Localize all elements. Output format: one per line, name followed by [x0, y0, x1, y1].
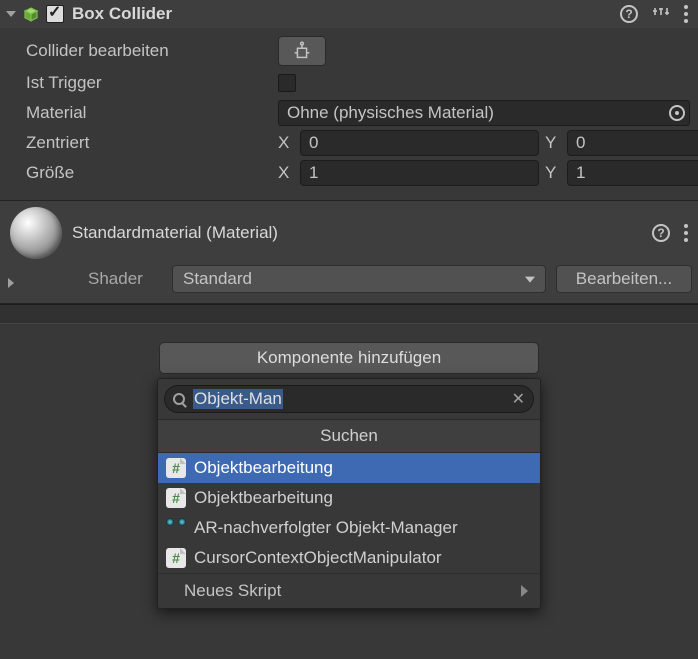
- material-title: Standardmaterial (Material): [72, 223, 652, 243]
- ar-icon: [166, 518, 186, 538]
- material-preview-icon: [10, 207, 62, 259]
- material-label: Material: [26, 103, 278, 123]
- x-label: X: [278, 163, 294, 183]
- result-label: CursorContextObjectManipulator: [194, 548, 442, 568]
- add-component-button[interactable]: Komponente hinzufügen: [159, 342, 539, 374]
- result-item[interactable]: # Objektbearbeitung: [158, 483, 540, 513]
- result-item[interactable]: # CursorContextObjectManipulator: [158, 543, 540, 573]
- foldout-icon[interactable]: [8, 278, 14, 288]
- separator: [0, 304, 698, 324]
- script-icon: #: [166, 458, 186, 478]
- script-icon: #: [166, 548, 186, 568]
- result-label: Objektbearbeitung: [194, 458, 333, 478]
- center-label: Zentriert: [26, 133, 278, 153]
- script-icon: #: [166, 488, 186, 508]
- size-label: Größe: [26, 163, 278, 183]
- kebab-icon[interactable]: [684, 5, 688, 23]
- result-label: Objektbearbeitung: [194, 488, 333, 508]
- material-field[interactable]: Ohne (physisches Material): [278, 100, 690, 126]
- shader-label: Shader: [88, 269, 162, 289]
- result-item[interactable]: AR-nachverfolgter Objekt-Manager: [158, 513, 540, 543]
- preset-icon[interactable]: [652, 5, 670, 23]
- size-x-input[interactable]: [300, 160, 539, 186]
- edit-material-button[interactable]: Bearbeiten...: [556, 265, 692, 293]
- center-y-input[interactable]: [567, 130, 698, 156]
- shader-dropdown[interactable]: Standard: [172, 265, 546, 293]
- box-collider-icon: [22, 5, 40, 23]
- is-trigger-checkbox[interactable]: [278, 74, 296, 92]
- material-component: Standardmaterial (Material) ? Shader Sta…: [0, 201, 698, 304]
- popup-title: Suchen: [158, 419, 540, 453]
- add-component-popup: Objekt-Man ✕ Suchen # Objektbearbeitung # O…: [157, 378, 541, 609]
- edit-collider-label: Collider bearbeiten: [26, 41, 278, 61]
- y-label: Y: [545, 133, 561, 153]
- object-picker-icon[interactable]: [669, 105, 685, 121]
- kebab-icon[interactable]: [684, 224, 688, 242]
- add-component-area: Komponente hinzufügen Objekt-Man ✕ Suche…: [0, 324, 698, 644]
- result-item[interactable]: # Objektbearbeitung: [158, 453, 540, 483]
- search-icon: [173, 393, 185, 405]
- box-collider-header[interactable]: Box Collider ?: [0, 0, 698, 28]
- search-query: Objekt-Man: [193, 389, 283, 409]
- material-value: Ohne (physisches Material): [287, 103, 494, 123]
- help-icon[interactable]: ?: [652, 224, 670, 242]
- results-list: # Objektbearbeitung # Objektbearbeitung AR-n…: [158, 453, 540, 573]
- shader-value: Standard: [183, 269, 252, 289]
- is-trigger-label: Ist Trigger: [26, 73, 278, 93]
- size-y-input[interactable]: [567, 160, 698, 186]
- box-collider-component: Box Collider ? Collider bearbeiten: [0, 0, 698, 201]
- y-label: Y: [545, 163, 561, 183]
- search-input[interactable]: Objekt-Man ✕: [164, 385, 534, 413]
- enable-checkbox[interactable]: [46, 5, 64, 23]
- new-script-item[interactable]: Neues Skript: [158, 573, 540, 608]
- result-label: AR-nachverfolgter Objekt-Manager: [194, 518, 458, 538]
- help-icon[interactable]: ?: [620, 5, 638, 23]
- component-title: Box Collider: [70, 4, 614, 24]
- x-label: X: [278, 133, 294, 153]
- edit-collider-button[interactable]: [278, 36, 326, 66]
- foldout-icon[interactable]: [6, 11, 16, 17]
- center-x-input[interactable]: [300, 130, 539, 156]
- clear-search-icon[interactable]: ✕: [512, 389, 525, 409]
